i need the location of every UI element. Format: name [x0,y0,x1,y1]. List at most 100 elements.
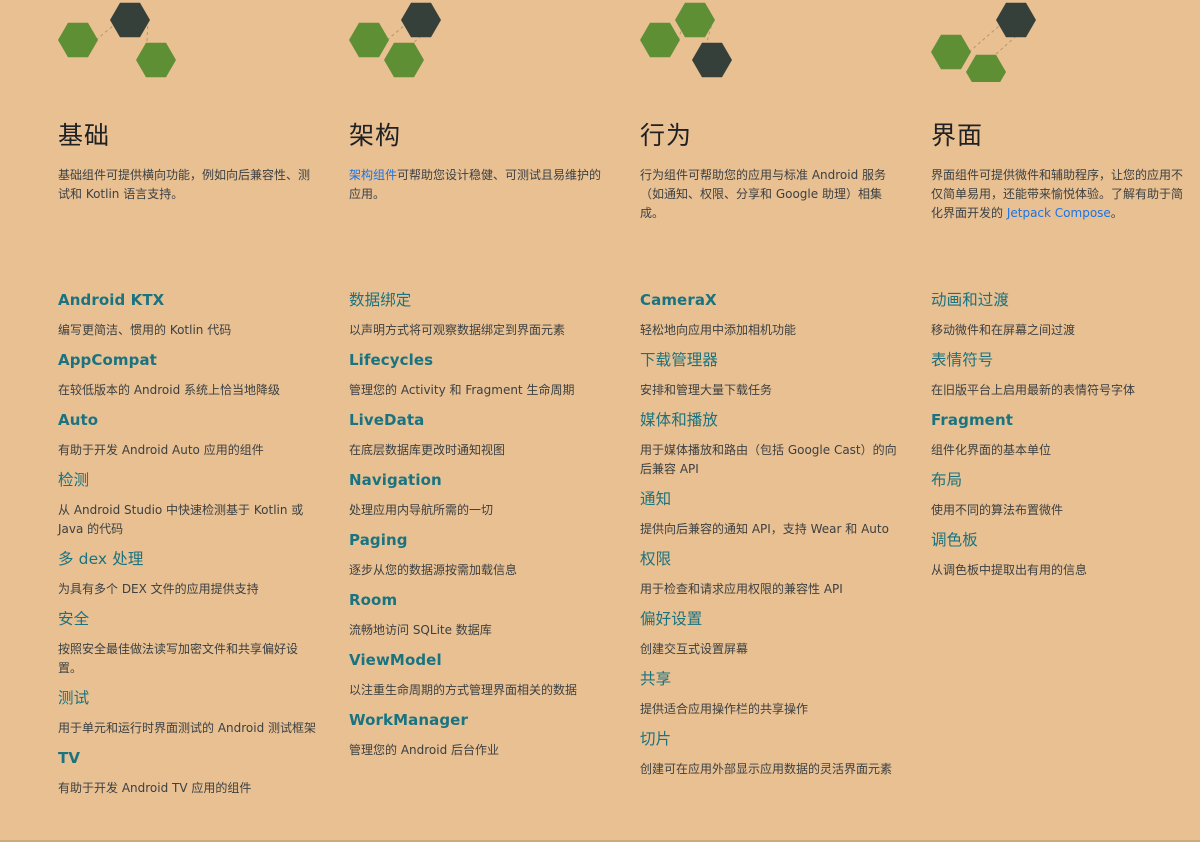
library-link[interactable]: AppCompat [58,350,320,370]
library-list: CameraX 轻松地向应用中添加相机功能下载管理器安排和管理大量下载任务媒体和播… [640,290,902,789]
library-link[interactable]: 通知 [640,489,902,509]
library-item: Android KTX 编写更简洁、惯用的 Kotlin 代码 [58,290,320,340]
library-item: 动画和过渡 移动微件和在屏幕之间过渡 [931,290,1193,340]
library-link[interactable]: CameraX [640,290,902,310]
category-title: 架构 [349,121,402,150]
library-link[interactable]: 下载管理器 [640,350,902,370]
library-link[interactable]: 共享 [640,669,902,689]
hexagon-shape [401,2,441,38]
library-description: 组件化界面的基本单位 [931,443,1052,457]
library-item: 下载管理器安排和管理大量下载任务 [640,350,902,400]
library-description: 为具有多个 DEX 文件的应用提供支持 [58,582,259,596]
library-item: Room 流畅地访问 SQLite 数据库 [349,590,611,640]
library-list: Android KTX 编写更简洁、惯用的 Kotlin 代码 AppCompat 在… [58,290,320,808]
library-link[interactable]: 数据绑定 [349,290,611,310]
library-item: Lifecycles 管理您的 Activity 和 Fragment 生命周期 [349,350,611,400]
library-description: 在较低版本的 Android 系统上恰当地降级 [58,383,281,397]
hexagon-cluster-graphic [58,2,176,78]
library-link[interactable]: Paging [349,530,611,550]
library-link[interactable]: 权限 [640,549,902,569]
hexagon-shape [966,54,1006,82]
library-link[interactable]: 检测 [58,470,320,490]
library-item: CameraX 轻松地向应用中添加相机功能 [640,290,902,340]
library-link[interactable]: TV [58,748,320,768]
library-description: 创建交互式设置屏幕 [640,642,749,656]
category-title: 行为 [640,121,693,150]
library-link[interactable]: 调色板 [931,530,1193,550]
category-description: 基础组件可提供横向功能，例如向后兼容性、测试和 Kotlin 语言支持。 [58,166,320,204]
library-item: 切片创建可在应用外部显示应用数据的灵活界面元素 [640,729,902,779]
library-item: 调色板从调色板中提取出有用的信息 [931,530,1193,580]
library-link[interactable]: 动画和过渡 [931,290,1193,310]
library-link[interactable]: Lifecycles [349,350,611,370]
library-description: 管理您的 Android 后台作业 [349,743,500,757]
library-item: Auto 有助于开发 Android Auto 应用的组件 [58,410,320,460]
inline-link[interactable]: 架构组件 [349,168,397,182]
library-item: TV 有助于开发 Android TV 应用的组件 [58,748,320,798]
library-link[interactable]: ViewModel [349,650,611,670]
library-link[interactable]: LiveData [349,410,611,430]
library-link[interactable]: Auto [58,410,320,430]
library-description: 使用不同的算法布置微件 [931,503,1064,517]
library-item: 表情符号在旧版平台上启用最新的表情符号字体 [931,350,1193,400]
library-description: 安排和管理大量下载任务 [640,383,773,397]
library-item: 通知提供向后兼容的通知 API，支持 Wear 和 Auto [640,489,902,539]
library-item: Fragment 组件化界面的基本单位 [931,410,1193,460]
library-link[interactable]: 测试 [58,688,320,708]
library-item: 检测从 Android Studio 中快速检测基于 Kotlin 或 Java… [58,470,320,539]
category-description: 界面组件可提供微件和辅助程序，让您的应用不仅简单易用，还能带来愉悦体验。了解有助… [931,166,1193,223]
library-link[interactable]: 媒体和播放 [640,410,902,430]
library-item: 布局使用不同的算法布置微件 [931,470,1193,520]
library-link[interactable]: Android KTX [58,290,320,310]
library-list: 动画和过渡 移动微件和在屏幕之间过渡表情符号在旧版平台上启用最新的表情符号字体 Fr… [931,290,1193,590]
category-title: 基础 [58,121,111,150]
library-item: LiveData 在底层数据库更改时通知视图 [349,410,611,460]
library-description: 提供向后兼容的通知 API，支持 Wear 和 Auto [640,522,889,536]
library-item: 测试 用于单元和运行时界面测试的 Android 测试框架 [58,688,320,738]
library-item: 权限用于检查和请求应用权限的兼容性 API [640,549,902,599]
library-item: 偏好设置创建交互式设置屏幕 [640,609,902,659]
library-link[interactable]: 切片 [640,729,902,749]
library-description: 提供适合应用操作栏的共享操作 [640,702,809,716]
library-description: 在旧版平台上启用最新的表情符号字体 [931,383,1136,397]
library-link[interactable]: 布局 [931,470,1193,490]
library-description: 以注重生命周期的方式管理界面相关的数据 [349,683,578,697]
inline-link[interactable]: Jetpack Compose [1007,206,1111,220]
library-description: 编写更简洁、惯用的 Kotlin 代码 [58,323,232,337]
library-link[interactable]: 偏好设置 [640,609,902,629]
hexagon-shape [349,22,389,58]
hexagon-shape [110,2,150,38]
library-description: 从 Android Studio 中快速检测基于 Kotlin 或 Java 的… [58,503,304,536]
description-text: 行为组件可帮助您的应用与标准 Android 服务（如通知、权限、分享和 Goo… [640,168,887,220]
hexagon-shape [640,22,680,58]
category-description: 架构组件可帮助您设计稳健、可测试且易维护的应用。 [349,166,611,204]
library-item: WorkManager 管理您的 Android 后台作业 [349,710,611,760]
category-description: 行为组件可帮助您的应用与标准 Android 服务（如通知、权限、分享和 Goo… [640,166,902,223]
hexagon-cluster-icon [349,0,479,82]
library-link[interactable]: WorkManager [349,710,611,730]
library-description: 从调色板中提取出有用的信息 [931,563,1088,577]
library-description: 在底层数据库更改时通知视图 [349,443,506,457]
library-description: 管理您的 Activity 和 Fragment 生命周期 [349,383,575,397]
library-link[interactable]: 安全 [58,609,320,629]
library-link[interactable]: 多 dex 处理 [58,549,320,569]
hexagon-cluster-icon [640,0,770,82]
category-title: 界面 [931,121,984,150]
library-description: 创建可在应用外部显示应用数据的灵活界面元素 [640,762,893,776]
library-description: 用于媒体播放和路由（包括 Google Cast）的向后兼容 API [640,443,897,476]
library-item: 安全 按照安全最佳做法读写加密文件和共享偏好设置。 [58,609,320,678]
library-link[interactable]: Navigation [349,470,611,490]
hexagon-cluster-icon [58,0,188,82]
library-link[interactable]: Fragment [931,410,1193,430]
hexagon-shape [692,42,732,78]
library-link[interactable]: Room [349,590,611,610]
library-link[interactable]: 表情符号 [931,350,1193,370]
hexagon-cluster-graphic [349,2,441,78]
hexagon-shape [58,22,98,58]
library-item: Paging 逐步从您的数据源按需加载信息 [349,530,611,580]
library-description: 以声明方式将可观察数据绑定到界面元素 [349,323,566,337]
library-description: 用于检查和请求应用权限的兼容性 API [640,582,843,596]
library-description: 有助于开发 Android TV 应用的组件 [58,781,252,795]
hexagon-shape [931,34,971,70]
library-item: 多 dex 处理为具有多个 DEX 文件的应用提供支持 [58,549,320,599]
